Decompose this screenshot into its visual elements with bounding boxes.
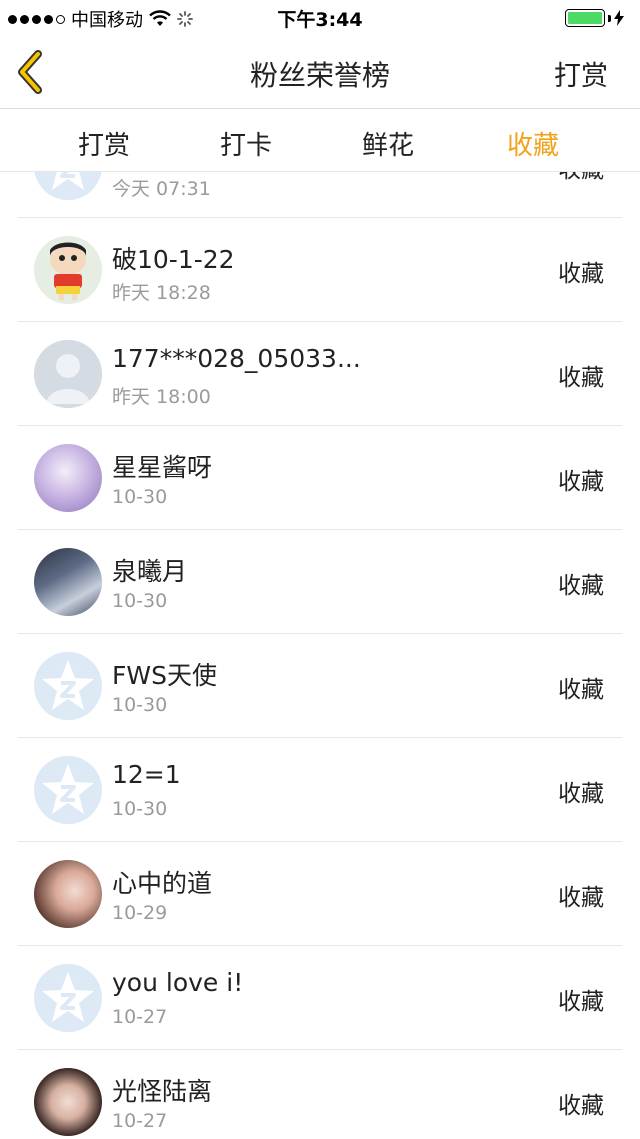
timestamp: 10-30: [112, 694, 168, 716]
fan-list-content: 今天 07:31收藏破10-1-22昨天 18:28收藏177***028_05…: [0, 172, 640, 1139]
timestamp: 10-30: [112, 486, 168, 508]
battery-icon: [565, 9, 624, 27]
timestamp: 10-27: [112, 1006, 168, 1028]
list-item[interactable]: 177***028_05033... 昨天 18:00 收藏: [18, 322, 622, 426]
avatar: [34, 444, 102, 512]
list-item[interactable]: 12=1 10-30 收藏: [18, 738, 622, 842]
user-name: 177***028_05033...: [112, 344, 361, 373]
list-item[interactable]: 今天 07:31 收藏: [18, 172, 622, 218]
page-title: 粉丝荣誉榜: [249, 59, 390, 92]
user-name: you love i!: [112, 968, 244, 997]
tab-bar: 打赏 打卡 鲜花 收藏: [0, 108, 640, 172]
status-time: 下午3:44: [277, 9, 363, 31]
default-star-avatar-icon: [34, 964, 102, 1032]
list-item[interactable]: 泉曦月 10-30 收藏: [18, 530, 622, 634]
user-name: FWS天使: [112, 661, 217, 690]
reward-button[interactable]: 打赏: [554, 54, 608, 93]
action-label: 收藏: [558, 172, 604, 184]
user-name: 星星酱呀: [112, 453, 213, 482]
default-star-avatar-icon: [34, 652, 102, 720]
status-bar: 中国移动 下午3:44: [0, 0, 640, 36]
tab-flowers[interactable]: 鲜花: [362, 125, 414, 162]
user-name: 光怪陆离: [112, 1077, 213, 1106]
action-label: 收藏: [558, 365, 604, 391]
timestamp: 昨天 18:28: [112, 282, 211, 304]
list-item[interactable]: you love i! 10-27 收藏: [18, 946, 622, 1050]
action-label: 收藏: [558, 677, 604, 703]
avatar: [34, 860, 102, 928]
list-item[interactable]: 星星酱呀 10-30 收藏: [18, 426, 622, 530]
action-label: 收藏: [558, 1093, 604, 1119]
tab-reward[interactable]: 打赏: [78, 125, 130, 162]
list-item[interactable]: 破10-1-22 昨天 18:28 收藏: [18, 218, 622, 322]
default-star-avatar-icon: [34, 172, 102, 200]
user-name: 心中的道: [112, 869, 213, 898]
action-label: 收藏: [558, 261, 604, 287]
tab-checkin[interactable]: 打卡: [220, 125, 272, 162]
default-person-avatar-icon: [34, 340, 102, 408]
timestamp: 10-30: [112, 798, 168, 820]
list-item[interactable]: 光怪陆离 10-27 收藏: [18, 1050, 622, 1139]
timestamp: 10-27: [112, 1110, 168, 1132]
timestamp: 10-29: [112, 902, 168, 924]
avatar: [34, 236, 102, 304]
fan-list[interactable]: 今天 07:31收藏破10-1-22昨天 18:28收藏177***028_05…: [0, 172, 640, 1139]
action-label: 收藏: [558, 469, 604, 495]
user-name: 12=1: [112, 760, 181, 789]
timestamp: 昨天 18:00: [112, 386, 211, 408]
timestamp: 今天 07:31: [112, 178, 211, 200]
avatar: [34, 1068, 102, 1136]
charging-bolt-icon: [614, 10, 624, 26]
action-label: 收藏: [558, 781, 604, 807]
default-star-avatar-icon: [34, 756, 102, 824]
action-label: 收藏: [558, 989, 604, 1015]
action-label: 收藏: [558, 573, 604, 599]
navigation-bar: 粉丝荣誉榜 打赏: [0, 36, 640, 108]
user-name: 破10-1-22: [112, 245, 235, 274]
tab-favorites[interactable]: 收藏: [507, 125, 559, 162]
user-name: 泉曦月: [112, 557, 188, 586]
list-item[interactable]: FWS天使 10-30 收藏: [18, 634, 622, 738]
avatar: [34, 548, 102, 616]
action-label: 收藏: [558, 885, 604, 911]
timestamp: 10-30: [112, 590, 168, 612]
list-item[interactable]: 心中的道 10-29 收藏: [18, 842, 622, 946]
